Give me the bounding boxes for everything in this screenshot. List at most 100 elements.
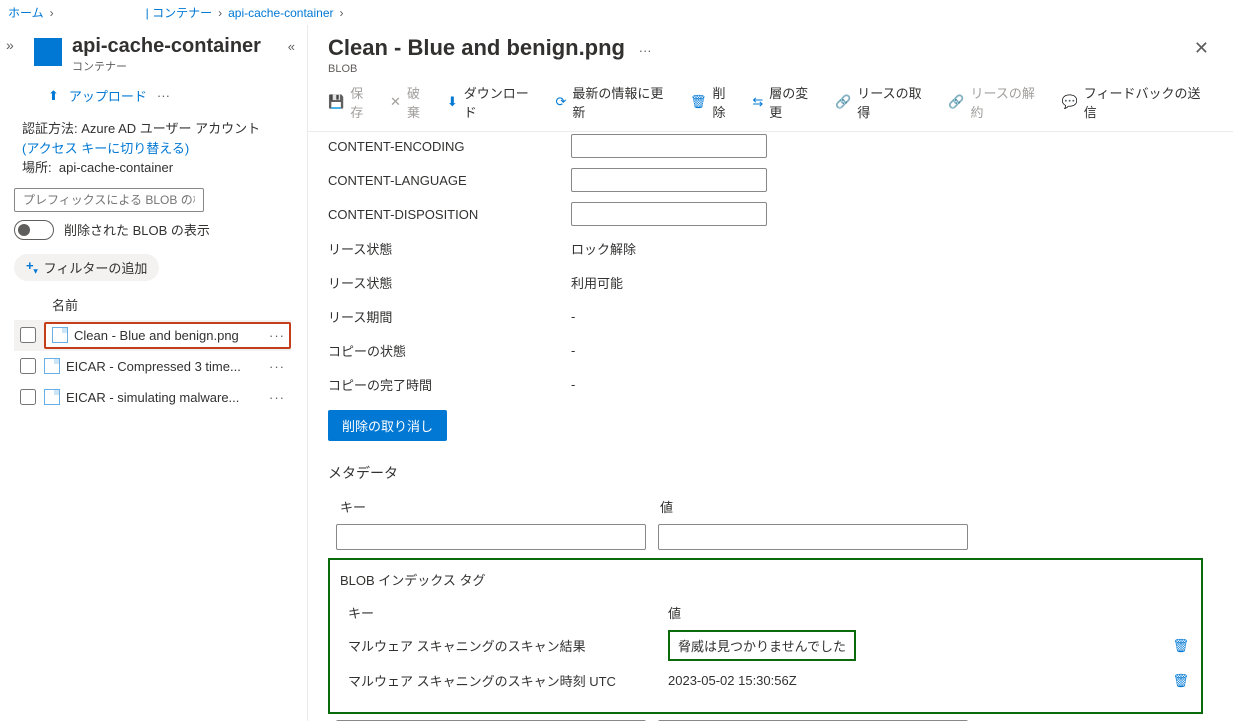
prop-key: コピーの状態 <box>328 341 571 360</box>
breadcrumb-container[interactable]: api-cache-container <box>228 6 333 20</box>
chevron-right-icon: › <box>340 6 344 20</box>
blob-row-more[interactable]: ··· <box>269 359 285 374</box>
container-title: api-cache-container <box>72 35 261 58</box>
prop-value: - <box>571 309 575 324</box>
toolbar: 💾保存 ✕破棄 ⬇ダウンロード ⟳最新の情報に更新 🗑削除 ⇆層の変更 🔗リース… <box>308 75 1233 132</box>
blob-row-more[interactable]: ··· <box>269 390 285 405</box>
content-encoding-input[interactable] <box>571 134 767 158</box>
blob-name: Clean - Blue and benign.png <box>74 328 239 343</box>
auth-label: 認証方法: <box>22 121 78 136</box>
tag-row: マルウェア スキャニングのスキャン時刻 UTC 2023-05-02 15:30… <box>348 671 1195 690</box>
metadata-key-input[interactable] <box>336 524 646 550</box>
chevron-right-icon: › <box>50 6 54 20</box>
collapse-left-icon[interactable]: » <box>6 37 14 53</box>
plus-icon: +▾ <box>26 258 38 276</box>
show-deleted-toggle[interactable] <box>14 220 54 240</box>
blob-row-highlight-wrap: Clean - Blue and benign.png ··· <box>14 320 291 351</box>
prop-key: リース期間 <box>328 307 571 326</box>
blob-checkbox[interactable] <box>20 327 36 343</box>
content-disposition-input[interactable] <box>571 202 767 226</box>
blob-name: EICAR - simulating malware... <box>66 390 239 405</box>
prop-key: CONTENT-DISPOSITION <box>328 207 571 222</box>
prop-key: CONTENT-LANGUAGE <box>328 173 571 188</box>
close-icon[interactable]: ✕ <box>1194 38 1209 59</box>
upload-icon: ⬆ <box>48 88 59 104</box>
container-icon <box>34 38 62 66</box>
blob-index-tags-title: BLOB インデックス タグ <box>340 570 1195 589</box>
location-value: api-cache-container <box>59 160 173 175</box>
blob-index-tags-box: BLOB インデックス タグ キー 値 マルウェア スキャニングのスキャン結果 … <box>328 558 1203 714</box>
collapse-icon[interactable]: « <box>288 39 295 54</box>
show-deleted-label: 削除された BLOB の表示 <box>64 220 210 239</box>
search-input[interactable] <box>14 188 204 212</box>
tag-value: 脅威は見つかりませんでした <box>668 630 856 661</box>
prop-value: - <box>571 343 575 358</box>
lease-icon: 🔗 <box>835 94 851 110</box>
file-icon <box>44 389 60 405</box>
download-icon: ⬇ <box>447 94 458 110</box>
save-icon: 💾 <box>328 94 344 110</box>
breaklease-icon: 🔗 <box>948 94 964 110</box>
tag-key-header: キー <box>348 603 668 622</box>
delete-button[interactable]: 🗑削除 <box>690 83 738 121</box>
container-subtitle: コンテナー <box>72 58 261 74</box>
breadcrumb-home[interactable]: ホーム <box>8 4 44 21</box>
metadata-value-input[interactable] <box>658 524 968 550</box>
tag-row: マルウェア スキャニングのスキャン結果 脅威は見つかりませんでした 🗑 <box>348 630 1195 661</box>
tag-key: マルウェア スキャニングのスキャン結果 <box>348 636 668 655</box>
changetier-button[interactable]: ⇆層の変更 <box>752 83 821 121</box>
blob-row[interactable]: Clean - Blue and benign.png <box>44 322 291 349</box>
tag-value-header: 値 <box>668 603 681 622</box>
delete-tag-icon[interactable]: 🗑 <box>1172 673 1189 689</box>
prop-value: ロック解除 <box>571 239 636 258</box>
acquirelease-button[interactable]: 🔗リースの取得 <box>835 83 934 121</box>
blob-row[interactable]: EICAR - Compressed 3 time... ··· <box>14 351 291 382</box>
properties-scroll[interactable]: CONTENT-ENCODING CONTENT-LANGUAGE CONTEN… <box>308 132 1233 721</box>
prop-key: リース状態 <box>328 239 571 258</box>
tier-icon: ⇆ <box>752 94 763 110</box>
title-more[interactable]: ··· <box>639 43 652 58</box>
tag-value: 2023-05-02 15:30:56Z <box>668 673 978 688</box>
refresh-button[interactable]: ⟳最新の情報に更新 <box>555 83 676 121</box>
breadcrumb-containers[interactable]: | コンテナー <box>146 4 212 21</box>
refresh-icon: ⟳ <box>555 94 566 110</box>
breaklease-button: 🔗リースの解約 <box>948 83 1047 121</box>
delete-tag-icon[interactable]: 🗑 <box>1172 638 1189 654</box>
tag-key: マルウェア スキャニングのスキャン時刻 UTC <box>348 671 668 690</box>
discard-button: ✕破棄 <box>390 83 433 121</box>
feedback-icon: 💬 <box>1062 94 1078 110</box>
metadata-title: メタデータ <box>328 463 1203 483</box>
more-menu[interactable]: ··· <box>157 88 170 103</box>
prop-value: - <box>571 377 575 392</box>
main-panel: Clean - Blue and benign.png ··· ✕ BLOB 💾… <box>308 25 1233 721</box>
add-filter-button[interactable]: +▾ フィルターの追加 <box>14 254 159 281</box>
download-button[interactable]: ⬇ダウンロード <box>447 83 542 121</box>
blob-checkbox[interactable] <box>20 358 36 374</box>
upload-button[interactable]: アップロード <box>69 86 147 105</box>
file-icon <box>52 327 68 343</box>
metadata-value-header: 値 <box>660 497 673 516</box>
chevron-right-icon: › <box>218 6 222 20</box>
prop-key: リース状態 <box>328 273 571 292</box>
prop-key: コピーの完了時間 <box>328 375 571 394</box>
blob-checkbox[interactable] <box>20 389 36 405</box>
delete-icon: 🗑 <box>690 94 707 110</box>
undelete-button[interactable]: 削除の取り消し <box>328 410 447 441</box>
metadata-key-header: キー <box>340 497 660 516</box>
file-icon <box>44 358 60 374</box>
blob-row-more[interactable]: ··· <box>269 328 285 343</box>
discard-icon: ✕ <box>390 94 401 110</box>
location-label: 場所: <box>22 160 52 175</box>
feedback-button[interactable]: 💬フィードバックの送信 <box>1062 83 1213 121</box>
auth-value: Azure AD ユーザー アカウント <box>81 121 260 136</box>
blob-subtitle: BLOB <box>308 63 1233 75</box>
sidebar: » « api-cache-container コンテナー ⬆ アップロード ·… <box>0 25 308 721</box>
auth-switch-link[interactable]: (アクセス キーに切り替える) <box>22 141 189 156</box>
blob-row[interactable]: EICAR - simulating malware... ··· <box>14 382 291 413</box>
save-button: 💾保存 <box>328 83 376 121</box>
prop-key: CONTENT-ENCODING <box>328 139 571 154</box>
add-filter-label: フィルターの追加 <box>44 258 148 277</box>
blob-title: Clean - Blue and benign.png <box>328 35 625 60</box>
content-language-input[interactable] <box>571 168 767 192</box>
column-name-header: 名前 <box>52 295 291 314</box>
